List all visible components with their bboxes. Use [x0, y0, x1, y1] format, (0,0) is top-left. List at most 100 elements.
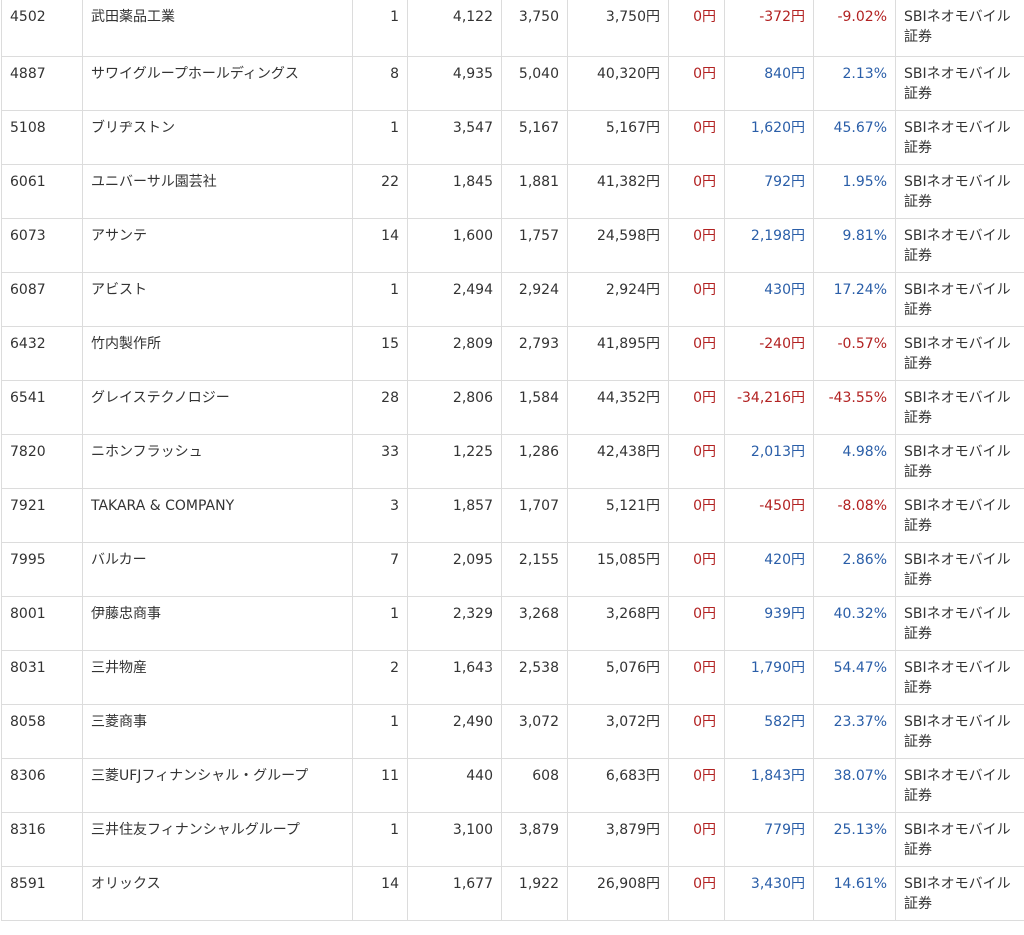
- market-value-cell: 42,438円: [567, 433, 669, 489]
- purchase-price-cell: 3,547: [407, 109, 502, 165]
- stock-code-cell: 8031: [1, 649, 83, 705]
- current-price-cell: 3,072: [501, 703, 568, 759]
- current-price-cell: 5,040: [501, 55, 568, 111]
- market-value-cell: 5,167円: [567, 109, 669, 165]
- broker-cell: SBIネオモバイル証券: [895, 217, 1024, 273]
- market-value-cell: 41,382円: [567, 163, 669, 219]
- stock-name-cell: 三菱商事: [82, 703, 353, 759]
- table-row: 8001 伊藤忠商事 1 2,329 3,268 3,268円 0円 939円 40.32% SB…: [1, 595, 1024, 651]
- dividend-cell: 0円: [668, 271, 725, 327]
- table-row: 5108 ブリヂストン 1 3,547 5,167 5,167円 0円 1,620円 45.67…: [1, 109, 1024, 165]
- profit-loss-cell: 840円: [724, 55, 814, 111]
- purchase-price-cell: 1,857: [407, 487, 502, 543]
- quantity-cell: 7: [352, 541, 408, 597]
- quantity-cell: 15: [352, 325, 408, 381]
- profit-loss-percent-cell: 4.98%: [813, 433, 896, 489]
- current-price-cell: 1,286: [501, 433, 568, 489]
- stock-name-cell: サワイグループホールディングス: [82, 55, 353, 111]
- quantity-cell: 14: [352, 217, 408, 273]
- market-value-cell: 5,121円: [567, 487, 669, 543]
- broker-cell: SBIネオモバイル証券: [895, 379, 1024, 435]
- stock-code-cell: 7995: [1, 541, 83, 597]
- quantity-cell: 1: [352, 271, 408, 327]
- profit-loss-percent-cell: 54.47%: [813, 649, 896, 705]
- profit-loss-cell: 420円: [724, 541, 814, 597]
- quantity-cell: 2: [352, 649, 408, 705]
- stock-name-cell: ニホンフラッシュ: [82, 433, 353, 489]
- stock-name-cell: 伊藤忠商事: [82, 595, 353, 651]
- dividend-cell: 0円: [668, 325, 725, 381]
- dividend-cell: 0円: [668, 757, 725, 813]
- current-price-cell: 1,584: [501, 379, 568, 435]
- purchase-price-cell: 2,095: [407, 541, 502, 597]
- profit-loss-cell: -372円: [724, 0, 814, 57]
- stock-code-cell: 8591: [1, 865, 83, 921]
- market-value-cell: 5,076円: [567, 649, 669, 705]
- stock-code-cell: 8306: [1, 757, 83, 813]
- table-row: 4502 武田薬品工業 1 4,122 3,750 3,750円 0円 -372円 -9.02%…: [1, 0, 1024, 57]
- stock-name-cell: バルカー: [82, 541, 353, 597]
- stock-name-cell: ユニバーサル園芸社: [82, 163, 353, 219]
- profit-loss-cell: 939円: [724, 595, 814, 651]
- profit-loss-percent-cell: 45.67%: [813, 109, 896, 165]
- broker-cell: SBIネオモバイル証券: [895, 163, 1024, 219]
- market-value-cell: 3,072円: [567, 703, 669, 759]
- quantity-cell: 1: [352, 109, 408, 165]
- dividend-cell: 0円: [668, 379, 725, 435]
- quantity-cell: 1: [352, 703, 408, 759]
- stock-name-cell: 武田薬品工業: [82, 0, 353, 57]
- current-price-cell: 3,750: [501, 0, 568, 57]
- broker-cell: SBIネオモバイル証券: [895, 55, 1024, 111]
- quantity-cell: 3: [352, 487, 408, 543]
- purchase-price-cell: 2,806: [407, 379, 502, 435]
- profit-loss-cell: -450円: [724, 487, 814, 543]
- table-row: 6073 アサンテ 14 1,600 1,757 24,598円 0円 2,198円 9.81%…: [1, 217, 1024, 273]
- stock-code-cell: 4887: [1, 55, 83, 111]
- market-value-cell: 26,908円: [567, 865, 669, 921]
- purchase-price-cell: 3,100: [407, 811, 502, 867]
- profit-loss-percent-cell: -0.57%: [813, 325, 896, 381]
- current-price-cell: 3,879: [501, 811, 568, 867]
- market-value-cell: 3,750円: [567, 0, 669, 57]
- holdings-table: 4502 武田薬品工業 1 4,122 3,750 3,750円 0円 -372円 -9.02%…: [1, 0, 1024, 921]
- current-price-cell: 1,707: [501, 487, 568, 543]
- purchase-price-cell: 4,935: [407, 55, 502, 111]
- quantity-cell: 22: [352, 163, 408, 219]
- quantity-cell: 33: [352, 433, 408, 489]
- table-row: 8591 オリックス 14 1,677 1,922 26,908円 0円 3,430円 14.6…: [1, 865, 1024, 921]
- quantity-cell: 1: [352, 0, 408, 57]
- purchase-price-cell: 1,643: [407, 649, 502, 705]
- stock-code-cell: 6541: [1, 379, 83, 435]
- current-price-cell: 1,881: [501, 163, 568, 219]
- stock-code-cell: 6087: [1, 271, 83, 327]
- stock-code-cell: 8058: [1, 703, 83, 759]
- broker-cell: SBIネオモバイル証券: [895, 541, 1024, 597]
- broker-cell: SBIネオモバイル証券: [895, 703, 1024, 759]
- stock-name-cell: 三井住友フィナンシャルグループ: [82, 811, 353, 867]
- dividend-cell: 0円: [668, 865, 725, 921]
- profit-loss-percent-cell: -9.02%: [813, 0, 896, 57]
- purchase-price-cell: 4,122: [407, 0, 502, 57]
- market-value-cell: 15,085円: [567, 541, 669, 597]
- quantity-cell: 14: [352, 865, 408, 921]
- purchase-price-cell: 2,494: [407, 271, 502, 327]
- market-value-cell: 24,598円: [567, 217, 669, 273]
- market-value-cell: 6,683円: [567, 757, 669, 813]
- broker-cell: SBIネオモバイル証券: [895, 271, 1024, 327]
- purchase-price-cell: 1,225: [407, 433, 502, 489]
- table-row: 8306 三菱UFJフィナンシャル・グループ 11 440 608 6,683円 0円 1,8…: [1, 757, 1024, 813]
- table-row: 4887 サワイグループホールディングス 8 4,935 5,040 40,320円 0円 8…: [1, 55, 1024, 111]
- broker-cell: SBIネオモバイル証券: [895, 649, 1024, 705]
- dividend-cell: 0円: [668, 703, 725, 759]
- purchase-price-cell: 1,600: [407, 217, 502, 273]
- broker-cell: SBIネオモバイル証券: [895, 487, 1024, 543]
- profit-loss-cell: 582円: [724, 703, 814, 759]
- current-price-cell: 2,793: [501, 325, 568, 381]
- dividend-cell: 0円: [668, 541, 725, 597]
- profit-loss-percent-cell: 1.95%: [813, 163, 896, 219]
- table-row: 7820 ニホンフラッシュ 33 1,225 1,286 42,438円 0円 2,013円 4…: [1, 433, 1024, 489]
- table-row: 6061 ユニバーサル園芸社 22 1,845 1,881 41,382円 0円 792円 1.…: [1, 163, 1024, 219]
- stock-name-cell: グレイステクノロジー: [82, 379, 353, 435]
- broker-cell: SBIネオモバイル証券: [895, 595, 1024, 651]
- table-row: 8058 三菱商事 1 2,490 3,072 3,072円 0円 582円 23.37% SBI…: [1, 703, 1024, 759]
